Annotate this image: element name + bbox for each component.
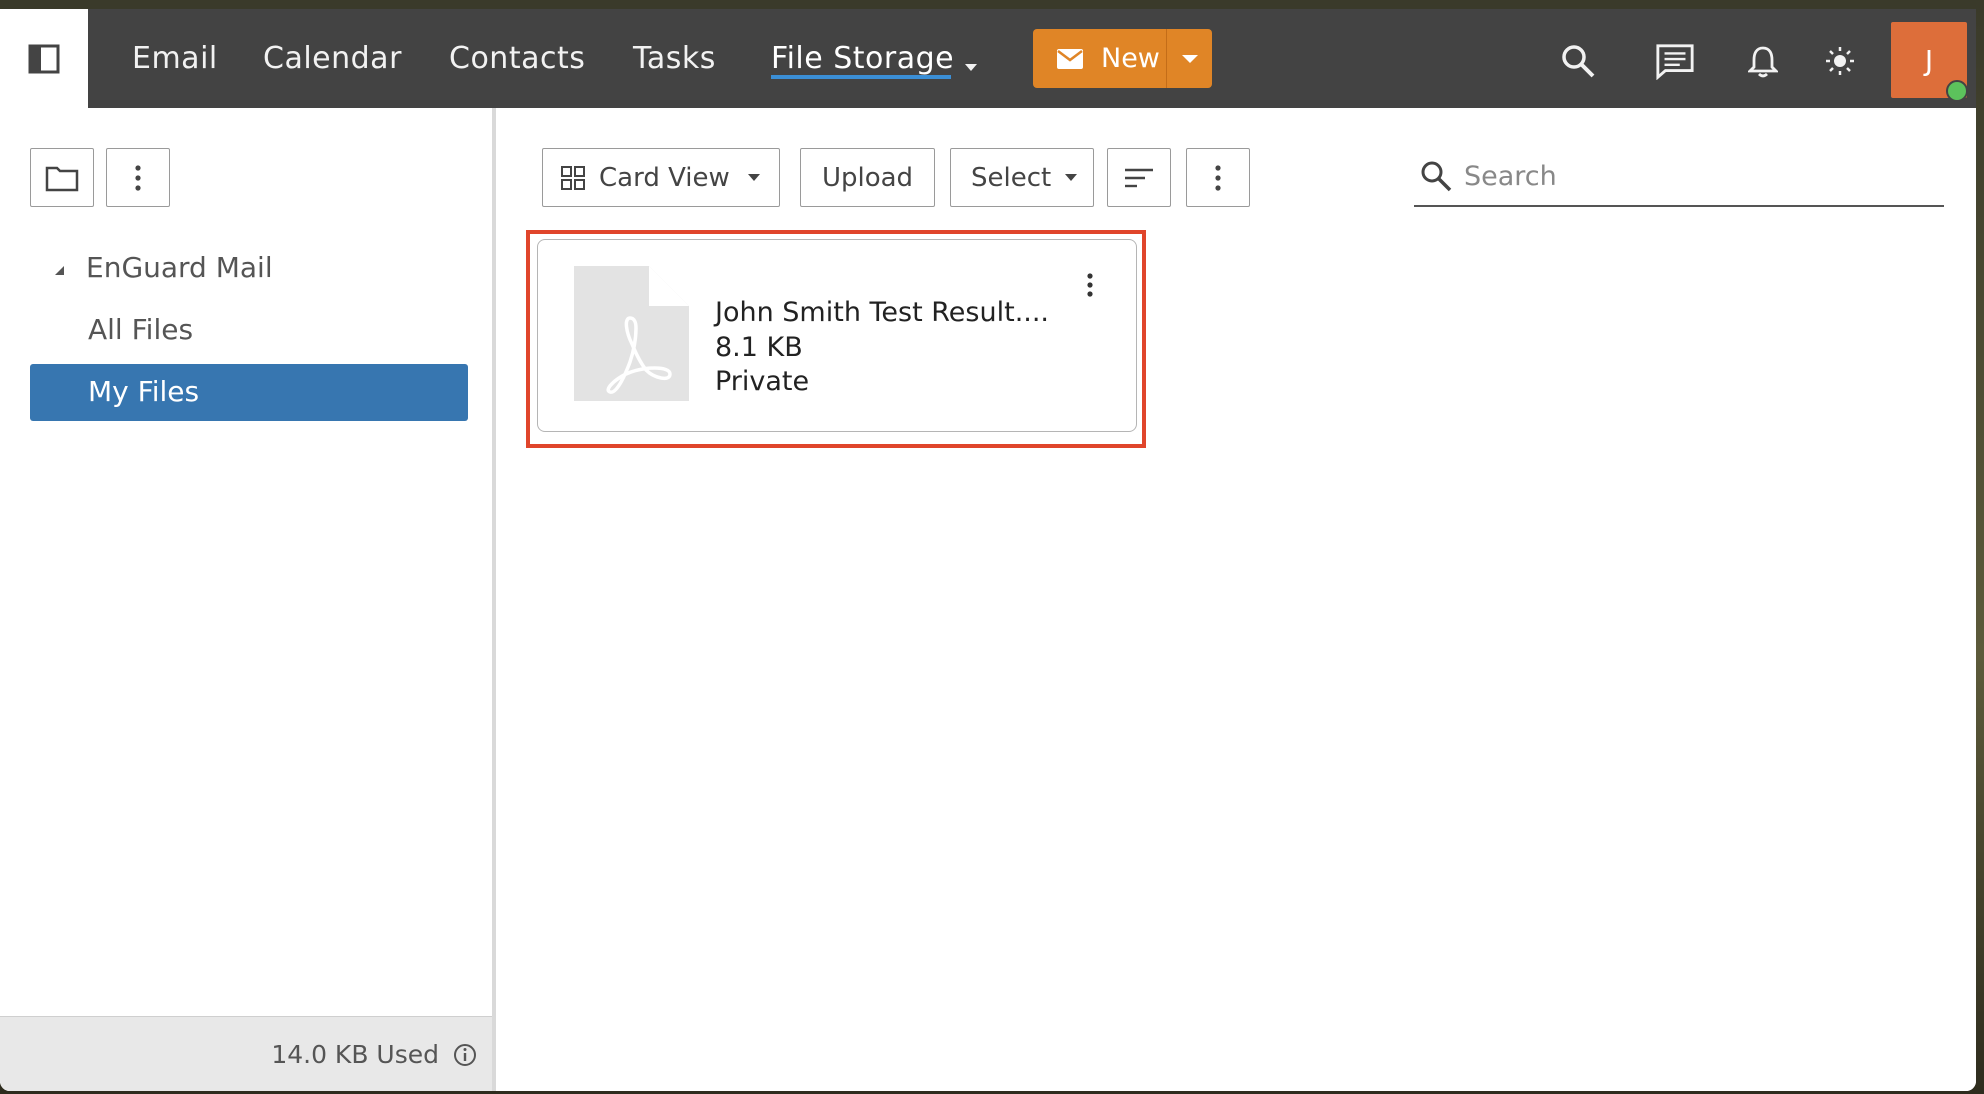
envelope-icon xyxy=(1057,48,1083,69)
nav-calendar[interactable]: Calendar xyxy=(263,9,402,108)
folder-sidebar: EnGuard Mail All Files My Files 14.0 KB … xyxy=(0,108,496,1091)
upload-button-label: Upload xyxy=(821,162,914,193)
bell-icon xyxy=(1748,46,1778,78)
new-dropdown-button[interactable] xyxy=(1167,29,1212,88)
tree-expand-icon[interactable] xyxy=(55,266,64,275)
kebab-menu-icon xyxy=(1215,164,1221,191)
chevron-down-icon xyxy=(1065,174,1078,181)
nav-email[interactable]: Email xyxy=(132,9,218,108)
chat-button[interactable] xyxy=(1655,41,1695,81)
nav-active-underline xyxy=(771,75,951,79)
file-name: John Smith Test Result.... xyxy=(715,297,1050,328)
pdf-file-icon xyxy=(574,266,689,401)
search-icon xyxy=(1562,45,1595,78)
search-button[interactable] xyxy=(1558,41,1598,81)
view-mode-dropdown[interactable]: Card View xyxy=(542,148,780,207)
new-folder-button[interactable] xyxy=(30,148,94,207)
grid-view-icon xyxy=(561,165,585,190)
file-card-menu-button[interactable] xyxy=(1078,270,1102,300)
nav-file-storage[interactable]: File Storage xyxy=(771,9,954,108)
file-search xyxy=(1414,148,1944,207)
sidebar-toggle-button[interactable] xyxy=(0,9,88,108)
nav-tasks[interactable]: Tasks xyxy=(633,9,716,108)
sun-icon xyxy=(1826,47,1854,75)
kebab-menu-icon xyxy=(1087,273,1093,297)
upload-button[interactable]: Upload xyxy=(800,148,935,207)
sidebar-item-my-files[interactable]: My Files xyxy=(30,364,468,421)
sort-icon xyxy=(1125,168,1153,187)
info-icon[interactable] xyxy=(453,1043,477,1067)
nav-contacts[interactable]: Contacts xyxy=(449,9,585,108)
sort-button[interactable] xyxy=(1107,148,1171,207)
online-status-badge xyxy=(1946,80,1968,102)
app-window: Email Calendar Contacts Tasks File Stora… xyxy=(0,9,1976,1091)
tree-root-enguard-mail[interactable]: EnGuard Mail xyxy=(86,251,273,284)
storage-footer: 14.0 KB Used xyxy=(0,1016,492,1091)
file-browser-main: Card View Upload Select Search John Smit… xyxy=(500,108,1976,1091)
sidebar-item-label: My Files xyxy=(88,375,200,408)
top-navigation-bar: Email Calendar Contacts Tasks File Stora… xyxy=(0,9,1976,108)
sidebar-toggle-icon xyxy=(28,44,60,73)
new-button-label: New xyxy=(1101,43,1160,74)
file-size: 8.1 KB xyxy=(715,332,803,363)
new-button[interactable]: New xyxy=(1033,29,1166,88)
file-card[interactable]: John Smith Test Result.... 8.1 KB Privat… xyxy=(537,239,1137,432)
theme-toggle-button[interactable] xyxy=(1820,41,1860,81)
search-input[interactable] xyxy=(1464,156,1934,196)
storage-used-text: 14.0 KB Used xyxy=(271,1040,439,1069)
notifications-button[interactable] xyxy=(1743,41,1783,81)
folder-options-button[interactable] xyxy=(106,148,170,207)
more-options-button[interactable] xyxy=(1186,148,1250,207)
chevron-down-icon xyxy=(1181,54,1198,63)
folder-icon xyxy=(45,166,79,191)
file-visibility: Private xyxy=(715,366,810,397)
search-icon xyxy=(1421,161,1452,192)
nav-file-storage-dropdown-icon[interactable] xyxy=(965,64,977,71)
chevron-down-icon xyxy=(747,174,760,181)
sidebar-item-all-files[interactable]: All Files xyxy=(88,313,193,346)
view-mode-label: Card View xyxy=(599,162,730,193)
select-label: Select xyxy=(971,162,1052,193)
select-dropdown[interactable]: Select xyxy=(950,148,1094,207)
avatar-initial: J xyxy=(1924,43,1934,77)
kebab-menu-icon xyxy=(135,164,141,191)
chat-icon xyxy=(1656,44,1694,80)
